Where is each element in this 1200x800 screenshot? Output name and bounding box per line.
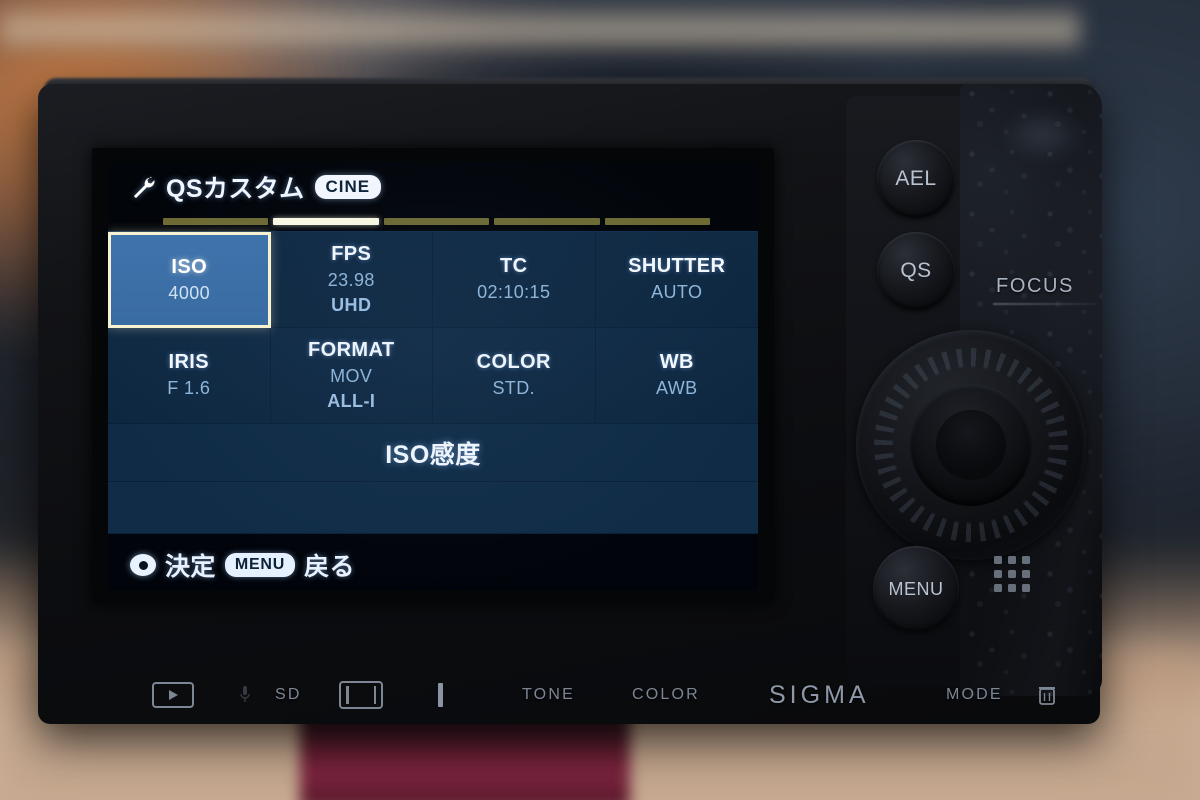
photo-scene: AEL QS FOCUS MENU SD TONE COLOR SIGMA MO…: [0, 0, 1200, 800]
mode-label[interactable]: MODE: [946, 686, 1003, 704]
qs-cell-label: IRIS: [168, 351, 209, 374]
menu-badge: MENU: [224, 552, 296, 578]
playback-icon[interactable]: [152, 682, 194, 708]
background-top-surface: [0, 0, 1080, 52]
qs-cell-wb[interactable]: WB AWB: [595, 328, 758, 424]
screen-header: QSカスタム CINE: [108, 162, 758, 212]
focus-switch-line: [993, 303, 1097, 305]
tab-indicator-bar[interactable]: [108, 212, 758, 231]
qs-cell-label: FPS: [331, 242, 372, 265]
qs-cell-value: MOV: [330, 365, 373, 386]
qs-cell-tc[interactable]: TC 02:10:15: [433, 232, 596, 328]
qs-cell-value: AWB: [655, 378, 698, 399]
screen-footer: 決定 MENU 戻る: [108, 534, 758, 590]
qs-cell-label: SHUTTER: [628, 255, 726, 278]
qs-cell-value: AUTO: [651, 282, 703, 303]
qs-cell-value-secondary: UHD: [331, 295, 372, 315]
microphone-icon: [239, 685, 251, 705]
back-label: 戻る: [304, 553, 355, 581]
qs-cell-value: STD.: [492, 378, 536, 399]
menu-button[interactable]: MENU: [873, 546, 959, 632]
tab-segment-0[interactable]: [163, 218, 269, 225]
qs-cell-fps[interactable]: FPS 23.98 UHD: [270, 232, 433, 328]
qs-cell-format[interactable]: FORMAT MOV ALL-I: [270, 328, 433, 424]
qs-cell-color[interactable]: COLOR STD.: [433, 328, 596, 424]
qs-cell-iso[interactable]: ISO 4000: [108, 232, 271, 328]
qs-cell-label: TC: [500, 255, 528, 278]
wrench-icon: [133, 176, 155, 199]
tab-segment-2[interactable]: [383, 218, 490, 225]
page-title: QSカスタム: [166, 175, 305, 203]
sd-label: SD: [275, 686, 302, 703]
tab-segment-3[interactable]: [494, 218, 600, 225]
qs-cell-value: 02:10:15: [477, 282, 551, 303]
qs-cell-label: COLOR: [476, 351, 551, 374]
qs-cell-label: ISO: [171, 255, 208, 278]
grid-dots-icon[interactable]: [994, 556, 1036, 598]
qs-cell-iris[interactable]: IRIS F 1.6: [108, 328, 271, 424]
tab-segment-4[interactable]: [604, 218, 711, 225]
qs-cell-value: F 1.6: [167, 378, 211, 399]
tab-segment-1[interactable]: [273, 218, 379, 225]
grip-highlight: [1000, 108, 1086, 162]
circle-button-icon: [130, 554, 156, 576]
qs-button[interactable]: QS: [877, 232, 955, 310]
display-icon[interactable]: [339, 681, 383, 709]
qs-cell-value: 23.98: [327, 269, 375, 290]
bar-indicator-icon: [438, 683, 443, 707]
blank-row: [108, 482, 758, 534]
qs-cell-label: FORMAT: [308, 338, 395, 361]
focus-label: FOCUS: [996, 275, 1074, 297]
trash-icon[interactable]: [1038, 684, 1056, 706]
ael-button-label: AEL: [895, 167, 937, 190]
confirm-label: 決定: [165, 553, 216, 581]
qs-cell-shutter[interactable]: SHUTTER AUTO: [595, 232, 758, 328]
color-label[interactable]: COLOR: [632, 686, 700, 704]
bottom-control-strip: SD TONE COLOR SIGMA MODE: [44, 664, 1094, 726]
qs-cell-label: WB: [659, 351, 694, 374]
brand-label: SIGMA: [769, 680, 870, 709]
control-dial[interactable]: [856, 330, 1086, 560]
lcd-screen[interactable]: QSカスタム CINE ISO 4000 FPS 23.98 UHD TC 02:10:15…: [108, 162, 758, 590]
description-bar: ISO感度: [108, 424, 758, 482]
qs-cell-value-secondary: ALL-I: [327, 391, 376, 411]
qs-cell-value: 4000: [168, 282, 211, 303]
qs-button-label: QS: [900, 259, 932, 282]
qs-custom-grid[interactable]: ISO 4000 FPS 23.98 UHD TC 02:10:15 SHUTTER AUTO I…: [108, 231, 758, 424]
menu-button-label: MENU: [888, 578, 944, 599]
ael-button[interactable]: AEL: [877, 140, 955, 218]
description-text: ISO感度: [385, 440, 481, 469]
dial-center-button[interactable]: [936, 410, 1006, 480]
tone-label[interactable]: TONE: [522, 686, 575, 704]
mode-badge: CINE: [314, 174, 382, 200]
